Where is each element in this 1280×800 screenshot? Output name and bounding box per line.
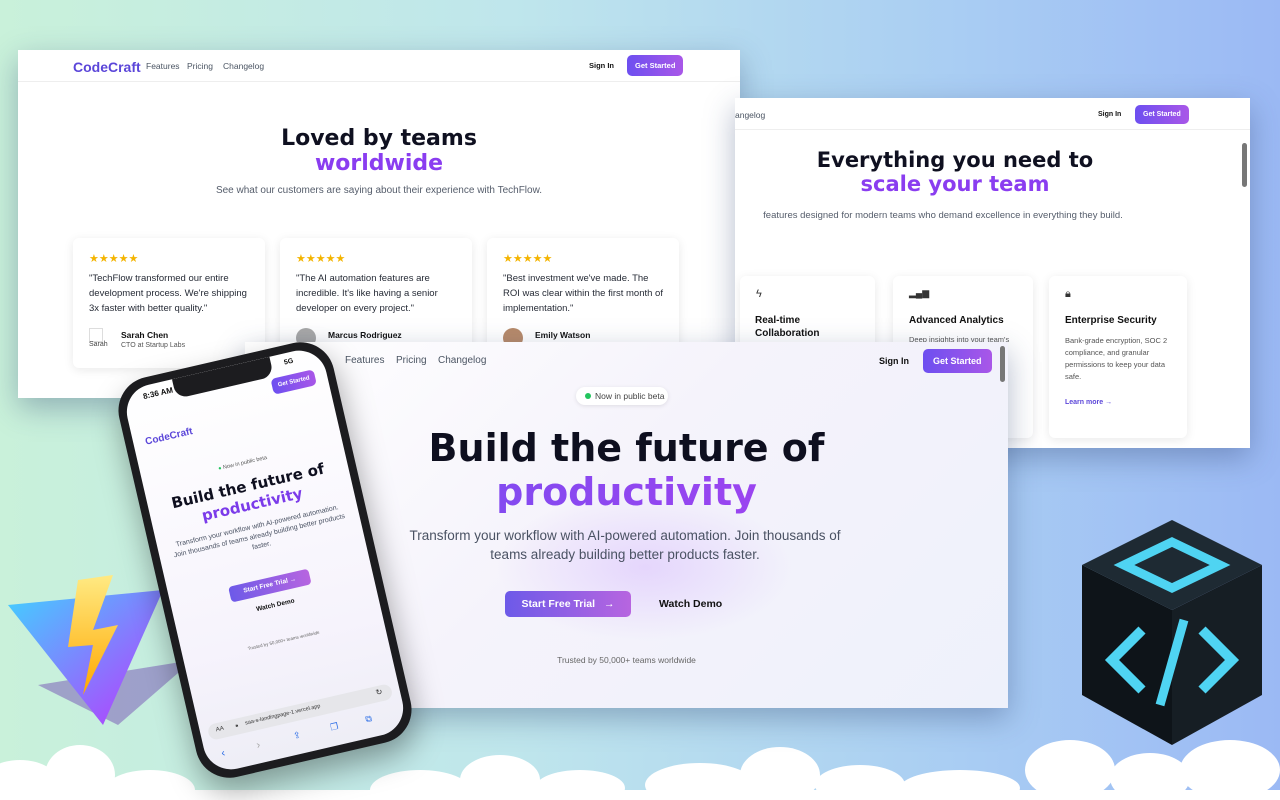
feature-title: Enterprise Security	[1065, 315, 1157, 326]
testimonial-quote: "Best investment we've made. The ROI was…	[503, 273, 663, 314]
sign-in-link[interactable]: Sign In	[879, 356, 909, 366]
nav-changelog[interactable]: Changelog	[223, 61, 264, 71]
title-line1: Everything you need to	[816, 148, 1094, 172]
feature-title: Advanced Analytics	[909, 315, 1004, 326]
phone-time: 8:36 AM	[142, 385, 174, 402]
nav-pricing[interactable]: Pricing	[396, 355, 427, 366]
title-line2: worldwide	[314, 151, 444, 176]
rating-stars-icon: ★★★★★	[503, 253, 553, 265]
hero-title-line1: Build the future of	[428, 426, 825, 470]
rating-stars-icon: ★★★★★	[89, 253, 139, 265]
lock-icon: 🔒︎	[234, 722, 239, 729]
brand-logo[interactable]: CodeCraft	[73, 59, 141, 75]
top-nav: angelog Sign In Get Started	[735, 98, 1250, 130]
sign-in-link[interactable]: Sign In	[589, 61, 614, 70]
nav-changelog[interactable]: angelog	[735, 110, 765, 120]
get-started-button[interactable]: Get Started	[270, 369, 318, 395]
status-dot-icon: ●	[217, 465, 223, 473]
back-icon[interactable]: ‹	[220, 747, 226, 760]
bar-chart-icon: ▂▄▆	[909, 288, 930, 298]
scrollbar[interactable]	[1000, 346, 1005, 382]
testimonials-subtitle: See what our customers are saying about …	[215, 185, 543, 196]
avatar-alt-text: Sarah	[89, 341, 108, 348]
beta-badge: Now in public beta	[576, 387, 668, 405]
feature-description: Bank-grade encryption, SOC 2 compliance,…	[1065, 336, 1168, 381]
title-line2: scale your team	[860, 172, 1050, 196]
forward-icon[interactable]: ›	[255, 739, 261, 752]
nav-pricing[interactable]: Pricing	[187, 61, 213, 71]
avatar	[89, 328, 103, 342]
feature-title: Real-time Collaboration	[755, 315, 820, 339]
start-free-trial-label: Start Free Trial	[242, 577, 289, 595]
title-line1: Loved by teams	[281, 126, 477, 151]
author-name: Sarah Chen	[121, 330, 169, 340]
author-name: Emily Watson	[535, 330, 591, 340]
get-started-button[interactable]: Get Started	[1135, 105, 1189, 124]
arrow-right-icon: →	[288, 575, 297, 584]
feature-card: 🔒︎ Enterprise Security Bank-grade encryp…	[1049, 276, 1187, 438]
nav-features[interactable]: Features	[345, 355, 384, 366]
start-free-trial-button[interactable]: Start Free Trial →	[505, 591, 631, 617]
author-role: CTO at Startup Labs	[121, 342, 186, 349]
nav-changelog[interactable]: Changelog	[438, 355, 486, 366]
bookmarks-icon[interactable]: ❐	[329, 721, 339, 734]
beta-badge-label: Now in public beta	[222, 455, 268, 471]
features-title: Everything you need to scale your team	[735, 148, 1175, 196]
nav-features[interactable]: Features	[146, 61, 180, 71]
lightning-icon: ϟ	[756, 288, 762, 300]
get-started-button[interactable]: Get Started	[627, 55, 684, 76]
hero-glow	[495, 492, 795, 642]
tabs-icon[interactable]: ⧉	[364, 713, 373, 725]
lock-icon: 🔒︎	[1065, 288, 1071, 300]
scrollbar[interactable]	[1242, 143, 1247, 187]
top-nav: CodeCraft Features Pricing Changelog Sig…	[18, 50, 740, 82]
sign-in-link[interactable]: Sign In	[1098, 111, 1121, 118]
testimonials-title: Loved by teams worldwide	[18, 126, 740, 176]
rating-stars-icon: ★★★★★	[296, 253, 346, 265]
status-dot-icon	[585, 393, 591, 399]
hero-subtitle: Transform your workflow with AI-powered …	[409, 528, 841, 562]
phone-signal-icon: 5G	[283, 357, 295, 367]
learn-more-link[interactable]: Learn more →	[1065, 399, 1112, 406]
testimonial-quote: "The AI automation features are incredib…	[296, 273, 438, 314]
beta-badge-label: Now in public beta	[595, 391, 665, 401]
testimonial-quote: "TechFlow transformed our entire develop…	[89, 273, 247, 314]
get-started-button[interactable]: Get Started	[923, 349, 992, 373]
reload-icon[interactable]: ↻	[375, 687, 384, 697]
features-subtitle: features designed for modern teams who d…	[763, 210, 1123, 221]
arrow-right-icon: →	[603, 598, 615, 610]
text-size-icon[interactable]: AA	[215, 726, 224, 734]
brand-logo[interactable]: CodeCraft	[144, 426, 194, 448]
code-cube-logo-icon	[1082, 520, 1262, 745]
watch-demo-button[interactable]: Watch Demo	[659, 598, 722, 610]
testimonial-card: ★★★★★ "TechFlow transformed our entire d…	[73, 238, 265, 368]
start-free-trial-label: Start Free Trial	[521, 598, 596, 610]
share-icon[interactable]: ⇪	[292, 730, 302, 742]
author-name: Marcus Rodriguez	[328, 330, 402, 340]
